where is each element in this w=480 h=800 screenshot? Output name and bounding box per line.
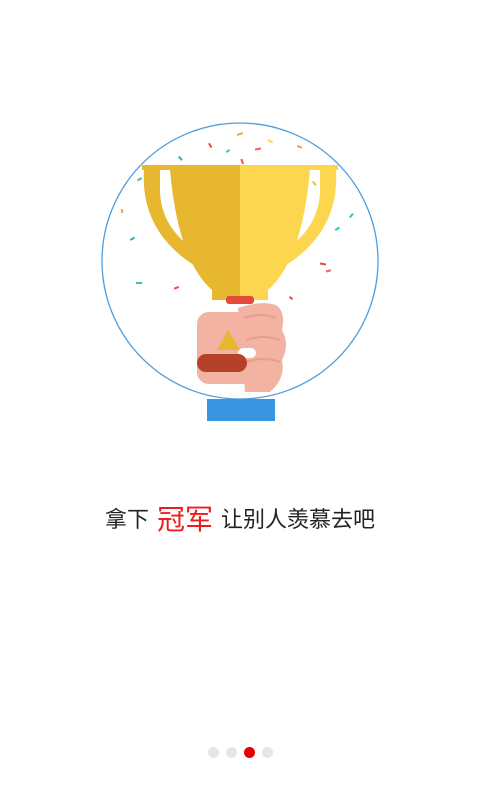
page-dot-1[interactable] <box>207 747 219 758</box>
page-dot-3-active[interactable] <box>243 747 255 758</box>
slogan-prefix: 拿下 <box>104 508 149 533</box>
page-dot-2[interactable] <box>225 747 237 758</box>
trophy-icon <box>142 165 338 304</box>
page-indicator <box>0 747 480 758</box>
slogan-text: 拿下 冠军 让别人羡慕去吧 <box>0 498 480 538</box>
hand-illustration <box>197 303 286 421</box>
slogan-highlight: 冠军 <box>156 503 213 536</box>
slogan-suffix: 让别人羡慕去吧 <box>221 508 376 533</box>
page-dot-4[interactable] <box>261 747 273 758</box>
trophy-illustration <box>101 122 379 421</box>
